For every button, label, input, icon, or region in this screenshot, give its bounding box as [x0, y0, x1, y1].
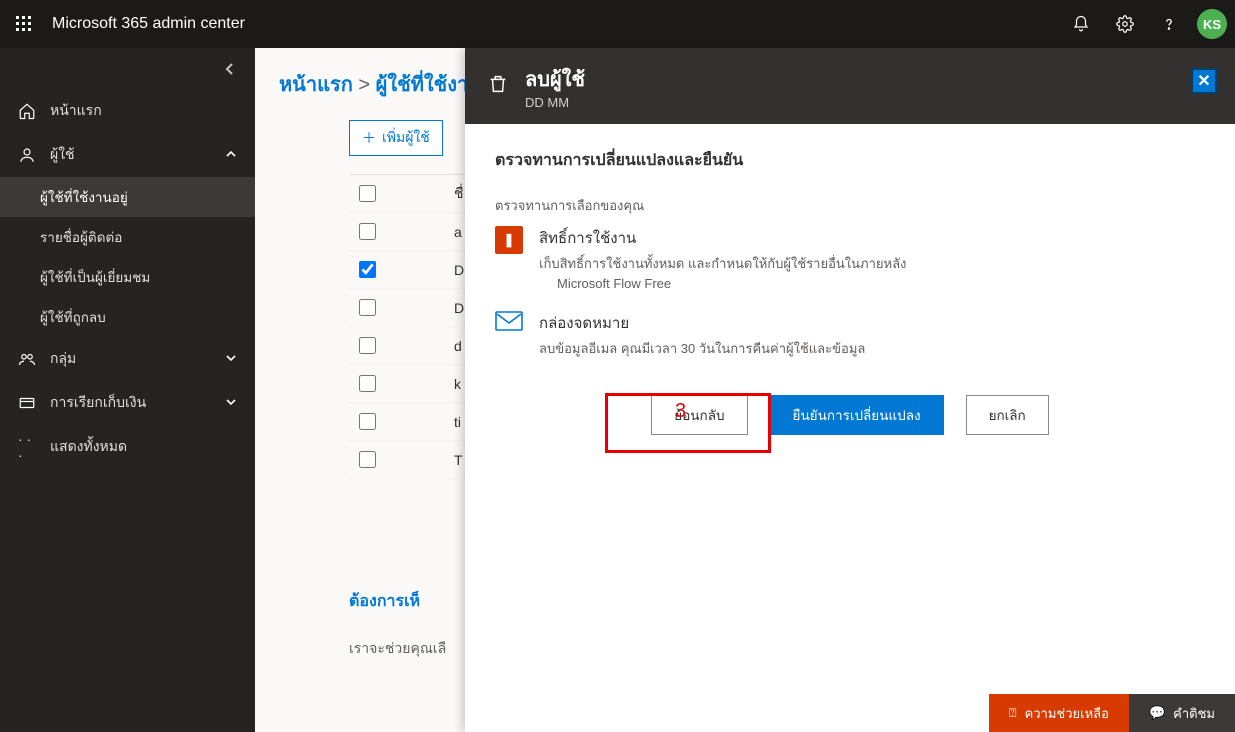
- app-title: Microsoft 365 admin center: [52, 15, 1061, 33]
- row-name-initial: a: [454, 224, 462, 240]
- row-checkbox[interactable]: [359, 451, 376, 468]
- license-section: ❚ สิทธิ์การใช้งาน เก็บสิทธิ์การใช้งานทั้…: [495, 226, 1205, 293]
- sidebar-label: หน้าแรก: [50, 100, 102, 122]
- license-title: สิทธิ์การใช้งาน: [539, 226, 906, 250]
- row-name-initial: ti: [454, 414, 461, 430]
- sidebar-label: ผู้ใช้ที่ถูกลบ: [40, 306, 106, 328]
- sidebar-item-show-all[interactable]: · · · แสดงทั้งหมด: [0, 425, 255, 469]
- sidebar-item-users[interactable]: ผู้ใช้: [0, 133, 255, 177]
- review-label: ตรวจทานการเลือกของคุณ: [495, 195, 1205, 216]
- row-checkbox[interactable]: [359, 261, 376, 278]
- annotation-number: 3: [675, 400, 686, 423]
- license-product: Microsoft Flow Free: [539, 274, 906, 294]
- chevron-down-icon: [225, 395, 237, 411]
- add-user-button[interactable]: ＋ เพิ่มผู้ใช้: [349, 120, 443, 156]
- row-name-initial: T: [454, 452, 463, 468]
- delete-user-panel: ลบผู้ใช้ DD MM ✕ ตรวจทานการเปลี่ยนแปลงแล…: [465, 48, 1235, 732]
- sidebar-item-groups[interactable]: กลุ่ม: [0, 337, 255, 381]
- feedback-label: คำติชม: [1173, 703, 1215, 724]
- header-actions: KS: [1061, 4, 1227, 44]
- panel-body: ตรวจทานการเปลี่ยนแปลงและยืนยัน ตรวจทานกา…: [465, 124, 1235, 732]
- billing-icon: [18, 394, 36, 412]
- row-name-initial: D: [454, 300, 464, 316]
- cancel-button[interactable]: ยกเลิก: [966, 395, 1049, 435]
- sidebar-item-contacts[interactable]: รายชื่อผู้ติดต่อ: [0, 217, 255, 257]
- app-launcher-icon[interactable]: [8, 8, 40, 40]
- row-checkbox[interactable]: [359, 413, 376, 430]
- row-name-initial: k: [454, 376, 461, 392]
- chevron-up-icon: [225, 147, 237, 163]
- panel-header: ลบผู้ใช้ DD MM ✕: [465, 48, 1235, 124]
- plus-icon: ＋: [362, 128, 376, 148]
- help-bar: ⍰ ความช่วยเหลือ 💬 คำติชม: [989, 694, 1235, 732]
- row-checkbox[interactable]: [359, 337, 376, 354]
- user-icon: [18, 146, 36, 164]
- chevron-down-icon: [225, 351, 237, 367]
- sidebar-item-home[interactable]: หน้าแรก: [0, 89, 255, 133]
- panel-subtitle: DD MM: [525, 95, 585, 110]
- help-circle-icon: ⍰: [1009, 705, 1017, 721]
- row-name-initial: D: [454, 262, 464, 278]
- sidebar-collapse-icon[interactable]: [0, 62, 255, 89]
- trash-icon: [487, 73, 509, 100]
- need-help-button[interactable]: ⍰ ความช่วยเหลือ: [989, 694, 1129, 732]
- user-avatar[interactable]: KS: [1197, 9, 1227, 39]
- mailbox-desc: ลบข้อมูลอีเมล คุณมีเวลา 30 วันในการคืนค่…: [539, 339, 865, 359]
- panel-buttons: ย้อนกลับ ยืนยันการเปลี่ยนแปลง ยกเลิก: [495, 395, 1205, 435]
- need-help-label: ความช่วยเหลือ: [1025, 703, 1109, 724]
- column-name: ชื่: [454, 183, 464, 205]
- sidebar-label: แสดงทั้งหมด: [50, 436, 127, 458]
- feedback-button[interactable]: 💬 คำติชม: [1129, 694, 1235, 732]
- row-checkbox[interactable]: [359, 375, 376, 392]
- chat-icon: 💬: [1149, 705, 1165, 721]
- license-desc: เก็บสิทธิ์การใช้งานทั้งหมด และกำหนดให้กั…: [539, 254, 906, 274]
- sidebar-label: ผู้ใช้ที่ใช้งานอยู่: [40, 186, 128, 208]
- sidebar-label: รายชื่อผู้ติดต่อ: [40, 226, 122, 248]
- close-panel-button[interactable]: ✕: [1191, 68, 1217, 94]
- breadcrumb-home[interactable]: หน้าแรก: [279, 74, 353, 96]
- office-icon: ❚: [495, 226, 523, 254]
- sidebar-label: ผู้ใช้: [50, 144, 75, 166]
- breadcrumb-separator: >: [358, 74, 375, 96]
- row-checkbox[interactable]: [359, 223, 376, 240]
- select-all-checkbox[interactable]: [359, 185, 376, 202]
- sidebar-item-active-users[interactable]: ผู้ใช้ที่ใช้งานอยู่: [0, 177, 255, 217]
- sidebar-item-billing[interactable]: การเรียกเก็บเงิน: [0, 381, 255, 425]
- annotation-box: [605, 393, 771, 453]
- mail-icon: [495, 311, 523, 339]
- mailbox-title: กล่องจดหมาย: [539, 311, 865, 335]
- settings-icon[interactable]: [1105, 4, 1145, 44]
- help-icon[interactable]: [1149, 4, 1189, 44]
- add-user-label: เพิ่มผู้ใช้: [382, 127, 430, 149]
- sidebar-label: การเรียกเก็บเงิน: [50, 392, 146, 414]
- more-icon: · · ·: [18, 438, 36, 456]
- sidebar-label: กลุ่ม: [50, 348, 76, 370]
- sidebar-label: ผู้ใช้ที่เป็นผู้เยี่ยมชม: [40, 266, 150, 288]
- panel-heading: ตรวจทานการเปลี่ยนแปลงและยืนยัน: [495, 148, 1205, 173]
- sidebar-item-deleted-users[interactable]: ผู้ใช้ที่ถูกลบ: [0, 297, 255, 337]
- breadcrumb-current: ผู้ใช้ที่ใช้งา: [376, 74, 469, 96]
- sidebar-nav: หน้าแรก ผู้ใช้ ผู้ใช้ที่ใช้งานอยู่ รายชื…: [0, 48, 255, 732]
- row-checkbox[interactable]: [359, 299, 376, 316]
- confirm-button[interactable]: ยืนยันการเปลี่ยนแปลง: [770, 395, 944, 435]
- notifications-icon[interactable]: [1061, 4, 1101, 44]
- panel-title: ลบผู้ใช้: [525, 63, 585, 95]
- groups-icon: [18, 350, 36, 368]
- row-name-initial: d: [454, 338, 462, 354]
- mailbox-section: กล่องจดหมาย ลบข้อมูลอีเมล คุณมีเวลา 30 ว…: [495, 311, 1205, 359]
- app-header: Microsoft 365 admin center KS: [0, 0, 1235, 48]
- sidebar-item-guest-users[interactable]: ผู้ใช้ที่เป็นผู้เยี่ยมชม: [0, 257, 255, 297]
- home-icon: [18, 102, 36, 120]
